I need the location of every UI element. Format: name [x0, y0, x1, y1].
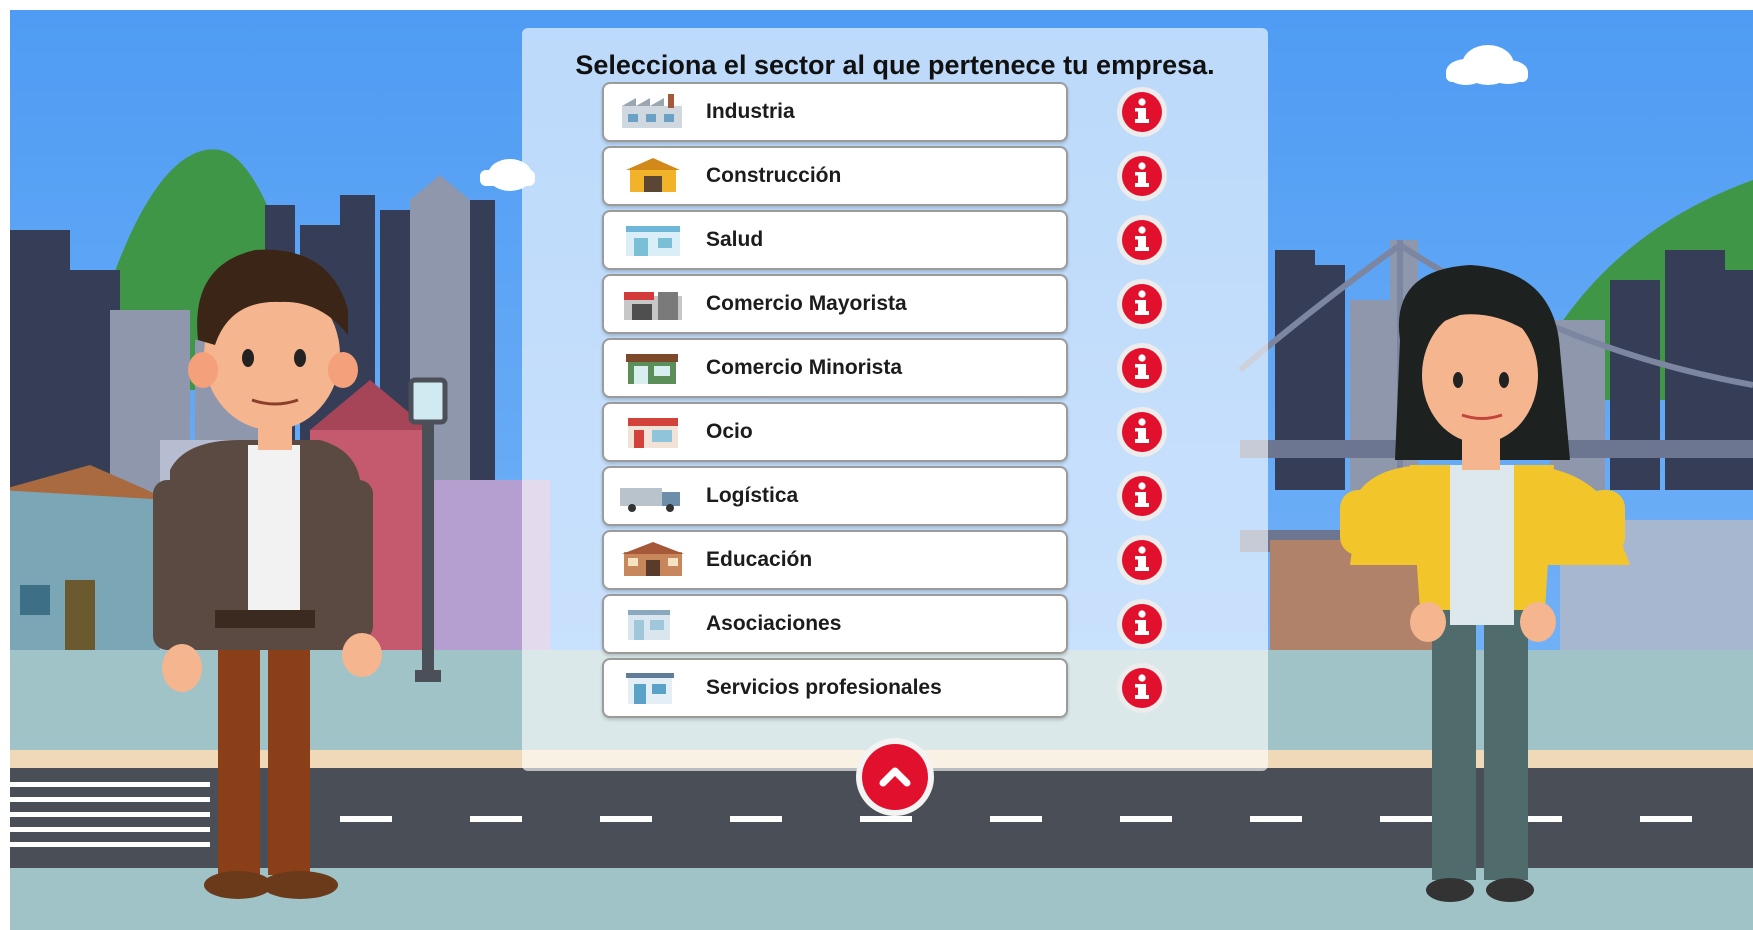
- sector-row: Salud: [602, 210, 1167, 270]
- sector-button-servicios-profesionales[interactable]: Servicios profesionales: [602, 658, 1068, 718]
- info-icon[interactable]: [1116, 342, 1168, 394]
- sector-label: Salud: [706, 228, 764, 251]
- info-icon[interactable]: [1116, 662, 1168, 714]
- sector-row: Comercio Mayorista: [602, 274, 1167, 334]
- sector-button-salud[interactable]: Salud: [602, 210, 1068, 270]
- office-icon: [626, 673, 674, 704]
- clinic-icon: [626, 226, 680, 256]
- info-icon[interactable]: [1116, 150, 1168, 202]
- sector-row: Ocio: [602, 402, 1167, 462]
- panel-title: Selecciona el sector al que pertenece tu…: [575, 50, 1215, 80]
- sector-label: Construcción: [706, 164, 842, 187]
- info-icon[interactable]: [1116, 598, 1168, 650]
- shop-icon: [626, 354, 678, 384]
- truck-icon: [620, 488, 680, 512]
- scroll-up-button[interactable]: [855, 737, 935, 817]
- sector-button-logistica[interactable]: Logística: [602, 466, 1068, 526]
- sector-label: Servicios profesionales: [706, 676, 942, 699]
- sector-row: Comercio Minorista: [602, 338, 1167, 398]
- sector-button-industria[interactable]: Industria: [602, 82, 1068, 142]
- sector-label: Educación: [706, 548, 813, 571]
- sector-button-construccion[interactable]: Construcción: [602, 146, 1068, 206]
- sector-row: Construcción: [602, 146, 1167, 206]
- construction-icon: [626, 158, 680, 192]
- sector-button-educacion[interactable]: Educación: [602, 530, 1068, 590]
- school-icon: [622, 542, 684, 576]
- info-icon[interactable]: [1116, 86, 1168, 138]
- factory-icon: [622, 94, 682, 128]
- info-icon[interactable]: [1116, 214, 1168, 266]
- leisure-icon: [628, 418, 678, 448]
- info-icon[interactable]: [1116, 534, 1168, 586]
- sector-row: Educación: [602, 530, 1167, 590]
- sector-row: Industria: [602, 82, 1167, 142]
- sector-button-asociaciones[interactable]: Asociaciones: [602, 594, 1068, 654]
- info-icon[interactable]: [1116, 278, 1168, 330]
- association-icon: [628, 610, 670, 640]
- sector-label: Comercio Mayorista: [706, 292, 907, 315]
- sector-button-comercio-minorista[interactable]: Comercio Minorista: [602, 338, 1068, 398]
- sector-label: Ocio: [706, 420, 753, 443]
- info-icon[interactable]: [1116, 470, 1168, 522]
- sector-label: Logística: [706, 484, 799, 507]
- sector-label: Industria: [706, 100, 795, 123]
- info-icon[interactable]: [1116, 406, 1168, 458]
- sector-row: Logística: [602, 466, 1167, 526]
- sector-label: Asociaciones: [706, 612, 842, 635]
- warehouse-icon: [624, 292, 682, 320]
- sector-label: Comercio Minorista: [706, 356, 903, 379]
- sector-row: Servicios profesionales: [602, 658, 1167, 718]
- sector-row: Asociaciones: [602, 594, 1167, 654]
- sector-button-ocio[interactable]: Ocio: [602, 402, 1068, 462]
- sector-button-comercio-mayorista[interactable]: Comercio Mayorista: [602, 274, 1068, 334]
- app-stage: Selecciona el sector al que pertenece tu…: [10, 10, 1753, 930]
